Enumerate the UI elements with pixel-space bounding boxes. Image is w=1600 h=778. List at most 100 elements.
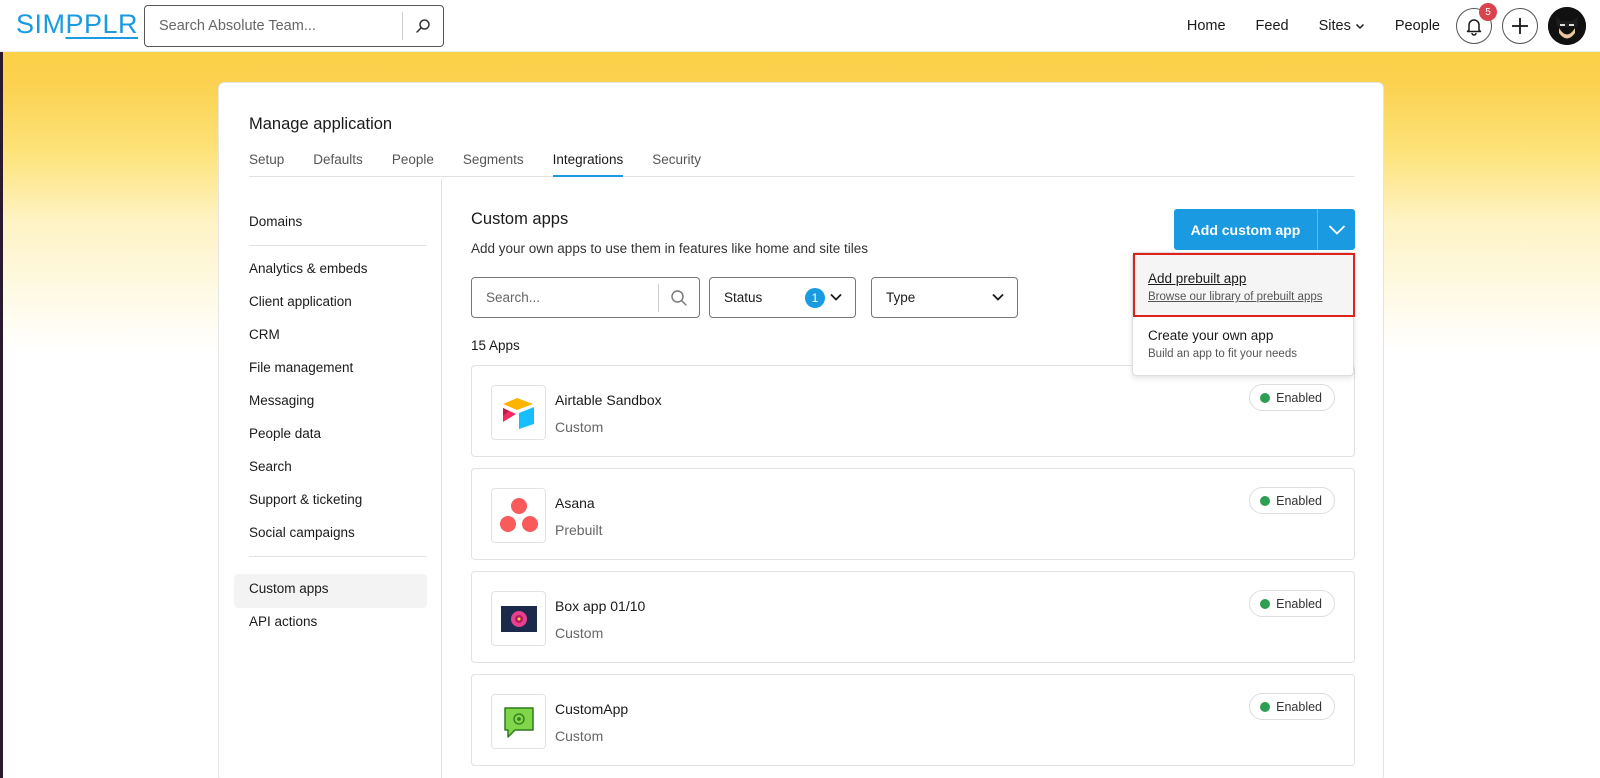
user-avatar[interactable]	[1548, 7, 1586, 45]
sidebar-item-api-actions[interactable]: API actions	[249, 614, 317, 629]
sidebar-item-support[interactable]: Support & ticketing	[249, 492, 362, 507]
menu-item-subtitle: Browse our library of prebuilt apps	[1148, 291, 1323, 303]
sidebar-item-search[interactable]: Search	[249, 459, 292, 474]
status-dot	[1260, 598, 1271, 609]
logo-text-2: PPLR	[65, 9, 139, 39]
page-title: Manage application	[249, 115, 393, 133]
add-custom-app-button: Add custom app	[1174, 209, 1355, 250]
status-dot	[1260, 701, 1271, 712]
apps-search	[471, 277, 700, 318]
window-edge	[0, 52, 3, 778]
app-row[interactable]: Asana Prebuilt Enabled	[471, 468, 1355, 560]
sidebar-divider	[441, 179, 442, 778]
top-header: SIMPPLR Home Feed Sites People 5	[0, 0, 1600, 52]
sidebar-item-messaging[interactable]: Messaging	[249, 393, 314, 408]
nav-feed[interactable]: Feed	[1256, 18, 1289, 34]
apps-search-input[interactable]	[472, 279, 658, 316]
nav-people[interactable]: People	[1395, 18, 1440, 34]
add-app-dropdown-menu: Add prebuilt app Browse our library of p…	[1132, 252, 1355, 376]
sidebar-separator	[249, 556, 427, 557]
nav-home[interactable]: Home	[1187, 18, 1226, 34]
app-logo	[491, 385, 546, 440]
nav-sites-label: Sites	[1318, 18, 1351, 34]
status-badge: Enabled	[1249, 590, 1335, 617]
app-type: Custom	[555, 625, 604, 641]
asana-logo-icon	[499, 497, 538, 532]
sidebar-item-analytics[interactable]: Analytics & embeds	[249, 261, 368, 276]
tab-integrations[interactable]: Integrations	[552, 149, 624, 177]
simpplr-logo[interactable]: SIMPPLR	[16, 9, 138, 40]
chevron-down-icon	[1355, 23, 1364, 30]
global-search	[144, 5, 444, 47]
tab-people[interactable]: People	[392, 149, 434, 177]
chevron-down-icon	[830, 293, 842, 301]
status-label: Enabled	[1276, 596, 1322, 611]
sidebar-item-social-campaigns[interactable]: Social campaigns	[249, 525, 355, 540]
status-filter[interactable]: Status 1	[709, 277, 856, 318]
status-dot	[1260, 392, 1271, 403]
sidebar-item-custom-apps[interactable]: Custom apps	[249, 581, 329, 596]
app-name: Airtable Sandbox	[555, 392, 662, 408]
status-filter-count: 1	[805, 288, 825, 308]
chevron-down-icon	[1328, 224, 1345, 235]
tab-segments[interactable]: Segments	[463, 149, 524, 177]
status-badge: Enabled	[1249, 487, 1335, 514]
section-subtitle: Add your own apps to use them in feature…	[471, 241, 868, 256]
menu-item-subtitle: Build an app to fit your needs	[1148, 348, 1297, 360]
chevron-down-icon	[992, 293, 1004, 301]
tab-bar: Setup Defaults People Segments Integrati…	[249, 149, 1355, 177]
airtable-logo-icon	[502, 397, 534, 429]
menu-item-add-prebuilt-app[interactable]: Add prebuilt app Browse our library of p…	[1133, 253, 1355, 317]
menu-item-title: Create your own app	[1148, 328, 1274, 343]
logo-text-1: SIM	[16, 9, 66, 39]
sidebar-item-client-application[interactable]: Client application	[249, 294, 352, 309]
tab-defaults[interactable]: Defaults	[313, 149, 363, 177]
type-filter[interactable]: Type	[871, 277, 1018, 318]
chat-bubble-icon	[503, 706, 534, 738]
status-dot	[1260, 495, 1271, 506]
status-badge: Enabled	[1249, 384, 1335, 411]
app-row[interactable]: CustomApp Custom Enabled	[471, 674, 1355, 766]
status-label: Enabled	[1276, 699, 1322, 714]
app-name: CustomApp	[555, 701, 629, 717]
manage-application-card: Manage application Setup Defaults People…	[218, 82, 1384, 778]
notifications-button[interactable]: 5	[1456, 3, 1497, 44]
plus-icon	[1512, 18, 1528, 34]
status-label: Enabled	[1276, 493, 1322, 508]
status-label: Enabled	[1276, 390, 1322, 405]
app-logo	[491, 694, 546, 749]
menu-item-title: Add prebuilt app	[1148, 271, 1247, 286]
sidebar-item-people-data[interactable]: People data	[249, 426, 321, 441]
main-nav: Home Feed Sites People 5	[1187, 0, 1600, 52]
avatar-image	[1548, 7, 1586, 45]
add-custom-app-toggle[interactable]	[1318, 209, 1355, 250]
search-icon	[671, 289, 687, 306]
app-row[interactable]: Box app 01/10 Custom Enabled	[471, 571, 1355, 663]
global-search-button[interactable]	[403, 6, 443, 46]
app-type: Custom	[555, 419, 604, 435]
app-type: Prebuilt	[555, 522, 603, 538]
sidebar-item-file-management[interactable]: File management	[249, 360, 353, 375]
status-filter-label: Status	[724, 290, 763, 305]
app-row[interactable]: Airtable Sandbox Custom Enabled	[471, 365, 1355, 457]
status-badge: Enabled	[1249, 693, 1335, 720]
add-custom-app-label[interactable]: Add custom app	[1174, 209, 1317, 250]
apps-search-button[interactable]	[659, 289, 699, 307]
tab-setup[interactable]: Setup	[249, 149, 284, 177]
apps-count: 15 Apps	[471, 338, 520, 353]
app-type: Custom	[555, 728, 604, 744]
sidebar-item-crm[interactable]: CRM	[249, 327, 280, 342]
sidebar-item-domains[interactable]: Domains	[249, 214, 302, 229]
app-logo	[491, 488, 546, 543]
create-button[interactable]	[1502, 8, 1538, 44]
app-name: Asana	[555, 495, 595, 511]
app-name: Box app 01/10	[555, 598, 646, 614]
global-search-input[interactable]	[145, 7, 403, 45]
flower-image-icon	[500, 605, 537, 632]
section-title: Custom apps	[471, 210, 569, 228]
bell-icon	[1466, 19, 1482, 36]
sidebar-separator	[249, 245, 427, 246]
tab-security[interactable]: Security	[652, 149, 701, 177]
app-logo	[491, 591, 546, 646]
nav-sites[interactable]: Sites	[1319, 18, 1365, 34]
